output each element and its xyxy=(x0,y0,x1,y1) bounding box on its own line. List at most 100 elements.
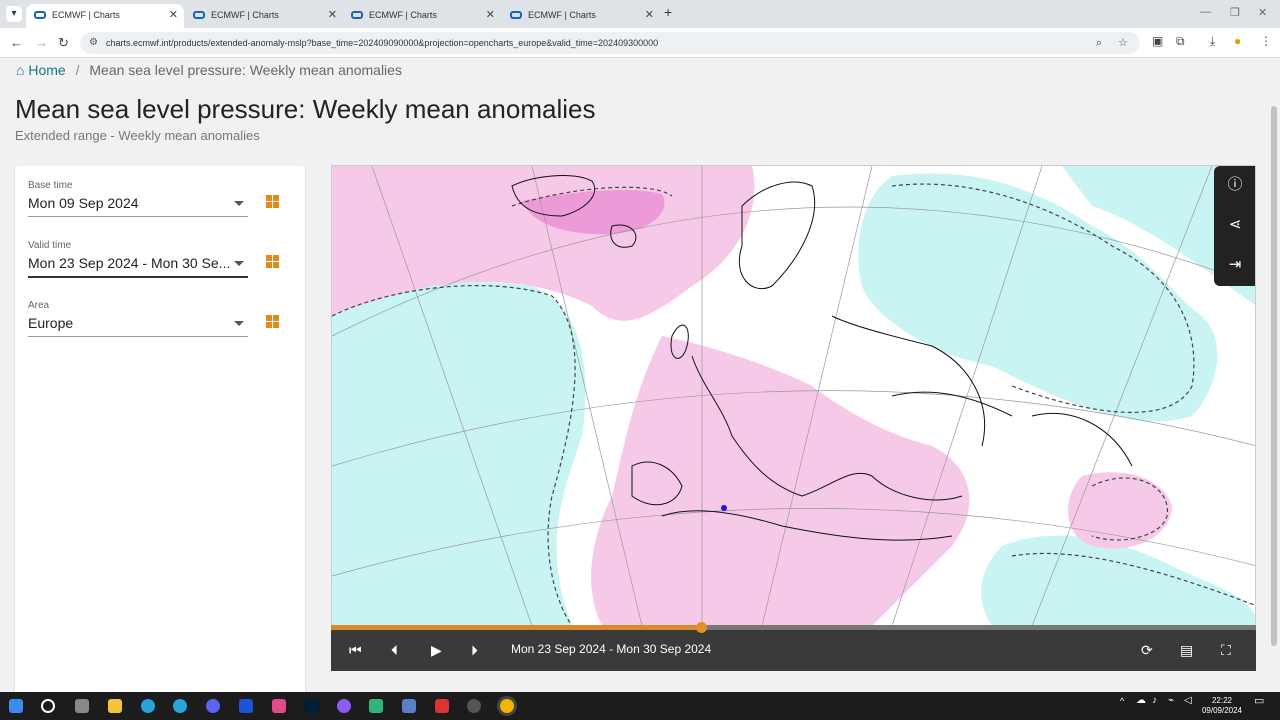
browser-tab-bar: ▾ ECMWF | Charts ✕ ECMWF | Charts ✕ ECMW… xyxy=(0,0,1280,28)
playback-bar xyxy=(331,625,1256,671)
app-icon[interactable] xyxy=(467,699,481,713)
windows-start-icon[interactable] xyxy=(9,699,23,713)
ecmwf-favicon-icon xyxy=(510,11,522,19)
map-svg xyxy=(332,166,1255,626)
paint-icon[interactable] xyxy=(435,699,449,713)
browser-tab[interactable]: ECMWF | Charts ✕ xyxy=(502,4,660,28)
tray-mic-icon[interactable]: ♪ xyxy=(1152,696,1157,706)
reload-icon[interactable]: ↻ xyxy=(58,35,69,51)
browser-tab[interactable]: ECMWF | Charts ✕ xyxy=(26,4,184,28)
ecmwf-favicon-icon xyxy=(34,11,46,19)
valid-time-grid-icon[interactable] xyxy=(266,255,279,268)
restore-icon[interactable]: ❐ xyxy=(1230,6,1240,19)
close-tab-icon[interactable]: ✕ xyxy=(169,4,178,26)
timeline-knob[interactable] xyxy=(696,622,707,633)
app-icon[interactable] xyxy=(337,699,351,713)
tray-chevron-icon[interactable]: ^ xyxy=(1120,696,1124,706)
page-scrollbar[interactable] xyxy=(1268,58,1280,692)
clock-time: 22:22 xyxy=(1211,696,1233,705)
m-app-icon[interactable] xyxy=(239,699,253,713)
dropdown-arrow-icon xyxy=(234,201,244,206)
area-label: Area xyxy=(28,300,50,311)
valid-time-value: Mon 23 Sep 2024 - Mon 30 Se... xyxy=(28,255,231,271)
page-content: ⌂ Home / Mean sea level pressure: Weekly… xyxy=(0,58,1268,692)
current-period: Mon 23 Sep 2024 - Mon 30 Sep 2024 xyxy=(511,642,712,656)
photos-icon[interactable] xyxy=(272,699,286,713)
area-select[interactable]: Area Europe xyxy=(28,300,248,337)
timeline-progress[interactable] xyxy=(331,622,1256,633)
minimize-icon[interactable]: — xyxy=(1200,6,1211,18)
search-icon[interactable] xyxy=(41,699,55,713)
play-icon[interactable]: ▶ xyxy=(431,642,442,659)
ecmwf-favicon-icon xyxy=(351,11,363,19)
menu-kebab-icon[interactable]: ⋮ xyxy=(1260,34,1272,48)
tab-label: ECMWF | Charts xyxy=(52,10,120,20)
info-icon[interactable]: ⓘ xyxy=(1226,176,1244,194)
extension-icon[interactable]: ▣ xyxy=(1152,34,1163,48)
bookmark-star-icon[interactable]: ☆ xyxy=(1118,32,1128,54)
app-icon[interactable] xyxy=(402,699,416,713)
dropdown-arrow-icon xyxy=(234,261,244,266)
discord-icon[interactable] xyxy=(206,699,220,713)
download-icon[interactable]: ⤓ xyxy=(1210,34,1215,49)
anomaly-map[interactable]: ⓘ ⋖ ⇥ xyxy=(331,165,1256,670)
tab-search-icon[interactable]: ▾ xyxy=(6,6,22,22)
file-explorer-icon[interactable] xyxy=(108,699,122,713)
back-icon[interactable]: ← xyxy=(10,35,23,50)
tab-label: ECMWF | Charts xyxy=(369,10,437,20)
base-time-select[interactable]: Base time Mon 09 Sep 2024 xyxy=(28,180,248,217)
site-info-icon[interactable]: ⚙ xyxy=(89,32,98,54)
address-toolbar: ← → ↻ ⚙ charts.ecmwf.int/products/extend… xyxy=(0,28,1280,58)
close-window-icon[interactable]: ✕ xyxy=(1258,6,1267,19)
area-grid-icon[interactable] xyxy=(266,315,279,328)
tray-cloud-icon[interactable]: ☁ xyxy=(1136,696,1146,706)
task-view-icon[interactable] xyxy=(75,699,89,713)
browser-tab[interactable]: ECMWF | Charts ✕ xyxy=(185,4,343,28)
app-icon[interactable] xyxy=(369,699,383,713)
map-tools: ⓘ ⋖ ⇥ xyxy=(1214,166,1255,286)
breadcrumb-home-link[interactable]: Home xyxy=(28,62,65,78)
fullscreen-icon[interactable]: ⛶ xyxy=(1221,642,1231,659)
chrome-icon[interactable] xyxy=(500,699,514,713)
base-time-value: Mon 09 Sep 2024 xyxy=(28,195,139,211)
layers-icon[interactable]: ▤ xyxy=(1180,642,1193,659)
os-taskbar: ^ ☁ ♪ ⌁ ◁ 22:22 09/09/2024 ▭ xyxy=(0,692,1280,720)
close-tab-icon[interactable]: ✕ xyxy=(486,4,495,26)
tray-volume-icon[interactable]: ◁ xyxy=(1184,696,1192,706)
breadcrumb-separator: / xyxy=(75,62,80,78)
url-bar[interactable]: ⚙ charts.ecmwf.int/products/extended-ano… xyxy=(80,32,1140,54)
dropdown-arrow-icon xyxy=(234,321,244,326)
forward-icon[interactable]: → xyxy=(35,35,48,50)
tray-clock[interactable]: 22:22 09/09/2024 xyxy=(1198,696,1246,716)
base-time-grid-icon[interactable] xyxy=(266,195,279,208)
page-subtitle: Extended range - Weekly mean anomalies xyxy=(15,128,260,143)
profile-avatar-icon[interactable]: ● xyxy=(1234,34,1241,48)
extensions-puzzle-icon[interactable]: ⧉ xyxy=(1176,34,1185,49)
location-marker xyxy=(721,505,727,511)
share-icon[interactable]: ⋖ xyxy=(1226,216,1244,234)
scrollbar-thumb[interactable] xyxy=(1271,106,1277,646)
home-icon[interactable]: ⌂ xyxy=(16,62,24,78)
browser-tab[interactable]: ECMWF | Charts ✕ xyxy=(343,4,501,28)
telegram-icon[interactable] xyxy=(173,699,187,713)
edge-icon[interactable] xyxy=(141,699,155,713)
close-tab-icon[interactable]: ✕ xyxy=(645,4,654,26)
close-tab-icon[interactable]: ✕ xyxy=(328,4,337,26)
loop-icon[interactable]: ⟳ xyxy=(1141,642,1153,659)
previous-frame-icon[interactable]: ⏴ xyxy=(391,642,398,659)
photoshop-icon[interactable] xyxy=(305,699,319,713)
zoom-icon[interactable]: ⌕ xyxy=(1096,32,1102,54)
tray-network-icon[interactable]: ⌁ xyxy=(1168,696,1174,706)
first-frame-icon[interactable]: ⏮ xyxy=(349,642,362,659)
valid-time-select[interactable]: Valid time Mon 23 Sep 2024 - Mon 30 Se..… xyxy=(28,240,248,278)
new-tab-icon[interactable]: + xyxy=(664,4,672,20)
next-frame-icon[interactable]: ⏵ xyxy=(471,642,478,659)
tab-label: ECMWF | Charts xyxy=(528,10,596,20)
settings-panel: Base time Mon 09 Sep 2024 Valid time Mon… xyxy=(15,166,305,692)
clock-date: 09/09/2024 xyxy=(1201,706,1243,715)
export-icon[interactable]: ⇥ xyxy=(1226,256,1244,274)
timeline-fill xyxy=(331,625,701,630)
url-text: charts.ecmwf.int/products/extended-anoma… xyxy=(106,38,659,48)
notifications-icon[interactable]: ▭ xyxy=(1254,696,1264,707)
base-time-label: Base time xyxy=(28,180,73,191)
